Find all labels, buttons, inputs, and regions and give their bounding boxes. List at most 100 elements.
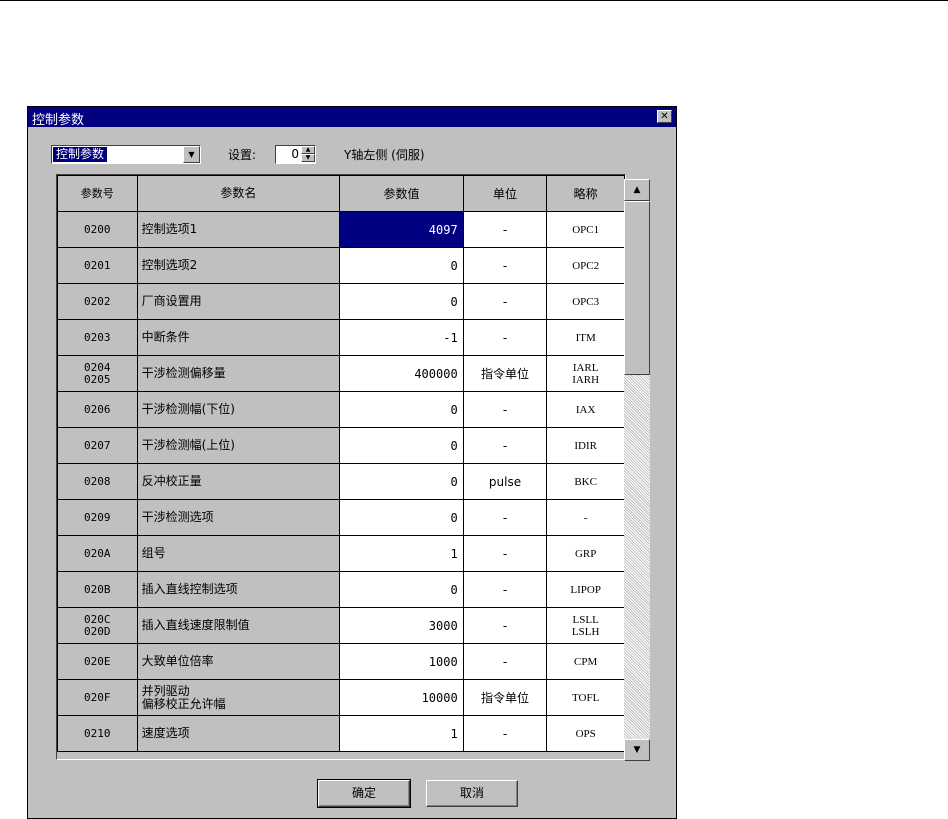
control-parameters-dialog: 控制参数 ✕ 控制参数 ▼ 设置: 0 ▲ ▼ Y轴左侧 (伺服) 参数号 参数…	[27, 106, 677, 819]
param-number-cell: 0208	[57, 463, 138, 500]
param-value-cell[interactable]: -1	[339, 319, 464, 356]
table-row[interactable]: 0202 厂商设置用 0- OPC3	[57, 283, 625, 320]
param-abbr-cell: -	[546, 499, 625, 536]
param-number-cell: 020C 020D	[57, 607, 138, 644]
param-value-cell[interactable]: 0	[339, 283, 464, 320]
column-header-abbr[interactable]: 略称	[546, 175, 625, 212]
param-name-cell: 速度选项	[136, 715, 341, 752]
param-name-cell: 干涉检测幅(下位)	[136, 391, 341, 428]
table-row[interactable]: 020F 并列驱动 偏移校正允许幅 10000 指令单位 TOFL	[57, 679, 625, 716]
param-value-cell[interactable]: 0	[339, 463, 464, 500]
param-unit-cell: -	[462, 715, 548, 752]
table-row[interactable]: 0203 中断条件 -1- ITM	[57, 319, 625, 356]
param-unit-cell: -	[462, 247, 548, 284]
param-number-cell: 0210	[57, 715, 138, 752]
param-unit-cell: 指令单位	[462, 355, 548, 392]
table-row[interactable]: 020A 组号 1- GRP	[57, 535, 625, 572]
param-name-cell: 插入直线控制选项	[136, 571, 341, 608]
table-row[interactable]: 0200 控制选项1 4097- OPC1	[57, 211, 625, 248]
param-unit-cell: -	[462, 391, 548, 428]
window-title: 控制参数	[32, 113, 85, 128]
param-value-cell[interactable]: 1000	[339, 643, 464, 680]
ok-button[interactable]: 确定	[317, 779, 411, 808]
param-value-cell[interactable]: 0	[339, 499, 464, 536]
cancel-button[interactable]: 取消	[426, 780, 518, 807]
scroll-thumb[interactable]	[624, 201, 650, 375]
param-value-cell[interactable]: 1	[339, 535, 464, 572]
table-row[interactable]: 0201 控制选项2 0- OPC2	[57, 247, 625, 284]
spin-up-icon[interactable]: ▲	[301, 146, 315, 154]
param-abbr-cell: OPC3	[546, 283, 625, 320]
param-value-cell[interactable]: 0	[339, 571, 464, 608]
param-name-cell: 控制选项1	[136, 211, 341, 248]
scroll-down-icon[interactable]: ▼	[624, 739, 650, 761]
spin-down-icon[interactable]: ▼	[301, 154, 315, 162]
param-value-cell[interactable]: 3000	[339, 607, 464, 644]
param-abbr-cell: GRP	[546, 535, 625, 572]
param-value-cell[interactable]: 400000	[339, 355, 464, 392]
title-bar[interactable]: 控制参数 ✕	[28, 107, 676, 128]
param-unit-cell: -	[462, 499, 548, 536]
table-row[interactable]: 0210 速度选项 1- OPS	[57, 715, 625, 752]
table-row[interactable]: 0204 0205 干涉检测偏移量 400000 指令单位 IARL IARH	[57, 355, 625, 392]
param-name-cell: 插入直线速度限制值	[136, 607, 341, 644]
table-header-row: 参数号 参数名 参数值 单位 略称	[57, 175, 625, 212]
param-name-cell: 并列驱动 偏移校正允许幅	[136, 679, 341, 716]
param-number-cell: 0202	[57, 283, 138, 320]
param-value-cell[interactable]: 4097	[339, 211, 464, 248]
param-abbr-cell: TOFL	[546, 679, 625, 716]
param-unit-cell: -	[462, 607, 548, 644]
close-icon[interactable]: ✕	[657, 110, 672, 123]
param-name-cell: 大致单位倍率	[136, 643, 341, 680]
table-row[interactable]: 020B 插入直线控制选项 0- LIPOP	[57, 571, 625, 608]
param-value-cell[interactable]: 0	[339, 247, 464, 284]
param-number-cell: 0201	[57, 247, 138, 284]
param-name-cell: 干涉检测选项	[136, 499, 341, 536]
param-number-cell: 020B	[57, 571, 138, 608]
setting-spinner[interactable]: 0 ▲ ▼	[275, 145, 316, 164]
chevron-down-icon[interactable]: ▼	[183, 146, 200, 163]
param-name-cell: 组号	[136, 535, 341, 572]
param-unit-cell: -	[462, 319, 548, 356]
param-abbr-cell: OPC1	[546, 211, 625, 248]
column-header-no[interactable]: 参数号	[57, 175, 138, 212]
param-number-cell: 0203	[57, 319, 138, 356]
page-top-rule	[0, 0, 948, 1]
param-abbr-cell: OPC2	[546, 247, 625, 284]
param-unit-cell: -	[462, 427, 548, 464]
param-unit-cell: -	[462, 571, 548, 608]
param-number-cell: 0204 0205	[57, 355, 138, 392]
column-header-name[interactable]: 参数名	[136, 175, 341, 212]
table-row[interactable]: 0209 干涉检测选项 0- -	[57, 499, 625, 536]
scroll-up-icon[interactable]: ▲	[624, 179, 650, 201]
column-header-unit[interactable]: 单位	[462, 175, 548, 212]
param-abbr-cell: IAX	[546, 391, 625, 428]
param-value-cell[interactable]: 0	[339, 427, 464, 464]
setting-label: 设置:	[228, 148, 257, 162]
param-name-cell: 干涉检测偏移量	[136, 355, 341, 392]
table-row[interactable]: 0206 干涉检测幅(下位) 0- IAX	[57, 391, 625, 428]
vertical-scrollbar[interactable]: ▲ ▼	[624, 179, 650, 761]
param-number-cell: 020A	[57, 535, 138, 572]
param-number-cell: 0200	[57, 211, 138, 248]
table-row[interactable]: 0207 干涉检测幅(上位) 0- IDIR	[57, 427, 625, 464]
param-abbr-cell: LIPOP	[546, 571, 625, 608]
table-row[interactable]: 020E 大致单位倍率 1000- CPM	[57, 643, 625, 680]
axis-description: Y轴左侧 (伺服)	[344, 148, 425, 162]
param-unit-cell: -	[462, 211, 548, 248]
param-name-cell: 反冲校正量	[136, 463, 341, 500]
param-abbr-cell: IARL IARH	[546, 355, 625, 392]
param-number-cell: 0209	[57, 499, 138, 536]
param-value-cell[interactable]: 1	[339, 715, 464, 752]
setting-value[interactable]: 0	[279, 147, 299, 161]
param-value-cell[interactable]: 0	[339, 391, 464, 428]
param-value-cell[interactable]: 10000	[339, 679, 464, 716]
table-row[interactable]: 020C 020D 插入直线速度限制值 3000- LSLL LSLH	[57, 607, 625, 644]
parameter-grid: 参数号 参数名 参数值 单位 略称 0200 控制选项1 4097- OPC1 0201…	[56, 174, 626, 760]
column-header-value[interactable]: 参数值	[339, 175, 464, 212]
param-unit-cell: pulse	[462, 463, 548, 500]
parameter-type-dropdown[interactable]: 控制参数 ▼	[51, 145, 201, 164]
table-row[interactable]: 0208 反冲校正量 0 pulse BKC	[57, 463, 625, 500]
param-name-cell: 控制选项2	[136, 247, 341, 284]
param-unit-cell: 指令单位	[462, 679, 548, 716]
